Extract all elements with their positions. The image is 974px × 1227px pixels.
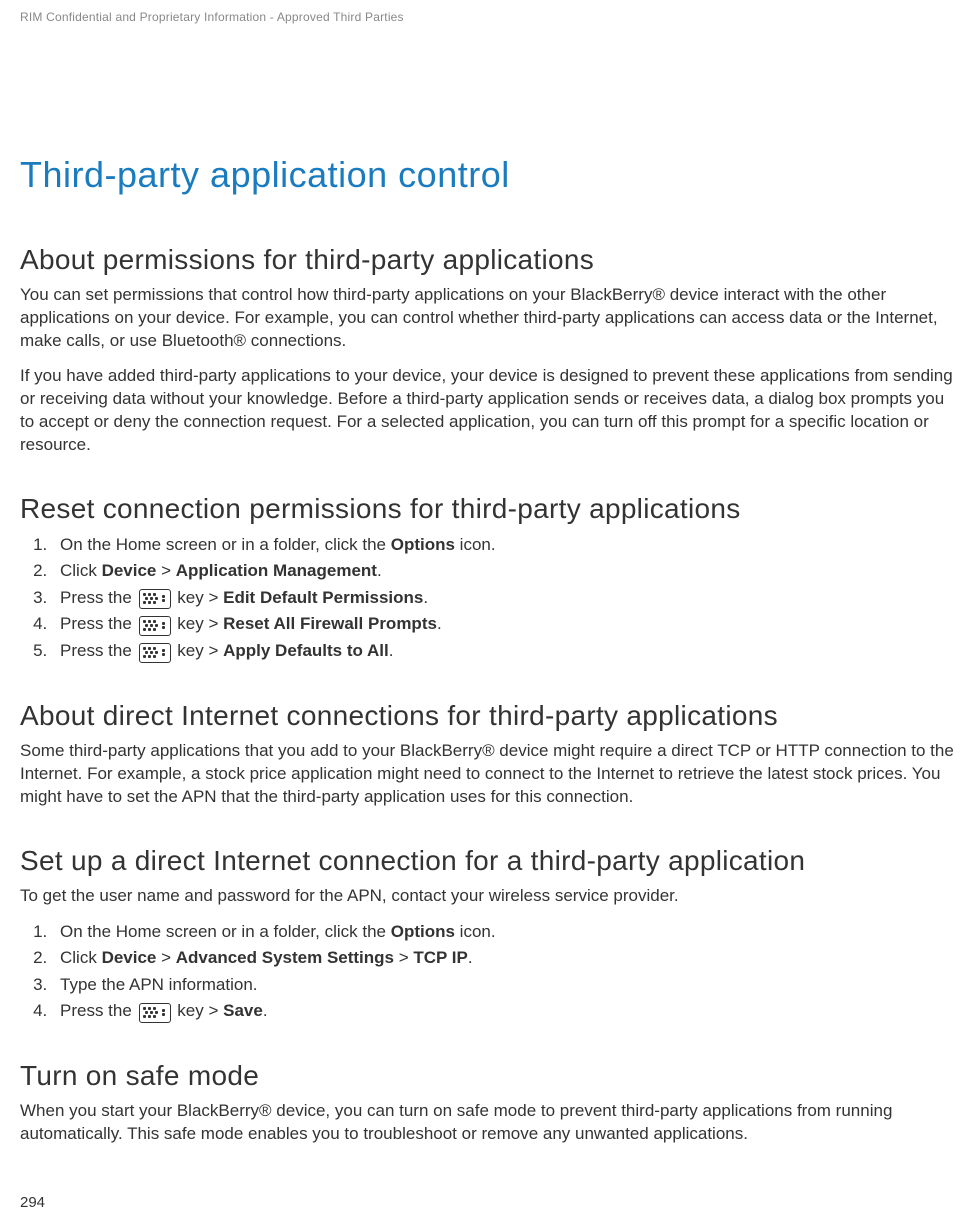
list-item: Click Device > Application Management. — [52, 559, 954, 584]
step-text: Press the — [60, 1001, 137, 1020]
ui-label: Application Management — [176, 561, 377, 580]
ui-label: Reset All Firewall Prompts — [223, 614, 437, 633]
list-item: Press the key > Edit Default Permissions… — [52, 586, 954, 611]
section-heading-reset-permissions: Reset connection permissions for third-p… — [20, 493, 954, 525]
step-text: . — [468, 948, 473, 967]
step-text: key > — [173, 588, 224, 607]
confidential-header: RIM Confidential and Proprietary Informa… — [20, 10, 954, 24]
list-item: On the Home screen or in a folder, click… — [52, 533, 954, 558]
section-heading-about-direct: About direct Internet connections for th… — [20, 700, 954, 732]
paragraph: If you have added third-party applicatio… — [20, 365, 954, 457]
step-text: key > — [173, 641, 224, 660]
ui-label: Device — [102, 948, 157, 967]
list-item: Click Device > Advanced System Settings … — [52, 946, 954, 971]
step-text: Press the — [60, 614, 137, 633]
list-item: Press the key > Apply Defaults to All. — [52, 639, 954, 664]
blackberry-menu-key-icon — [139, 589, 171, 609]
step-text: Type the APN information. — [60, 975, 258, 994]
steps-list: On the Home screen or in a folder, click… — [20, 920, 954, 1025]
document-page: RIM Confidential and Proprietary Informa… — [0, 0, 974, 1178]
paragraph: When you start your BlackBerry® device, … — [20, 1100, 954, 1146]
steps-list: On the Home screen or in a folder, click… — [20, 533, 954, 664]
step-text: > — [394, 948, 413, 967]
blackberry-menu-key-icon — [139, 616, 171, 636]
section-heading-about-permissions: About permissions for third-party applic… — [20, 244, 954, 276]
list-item: Press the key > Save. — [52, 999, 954, 1024]
step-text: . — [437, 614, 442, 633]
step-text: . — [377, 561, 382, 580]
step-text: > — [156, 948, 175, 967]
step-text: icon. — [455, 922, 496, 941]
step-text: Press the — [60, 641, 137, 660]
ui-label: Options — [391, 922, 455, 941]
ui-label: Options — [391, 535, 455, 554]
step-text: On the Home screen or in a folder, click… — [60, 922, 391, 941]
list-item: Type the APN information. — [52, 973, 954, 998]
ui-label: TCP IP — [413, 948, 467, 967]
paragraph: Some third-party applications that you a… — [20, 740, 954, 809]
step-text: On the Home screen or in a folder, click… — [60, 535, 391, 554]
ui-label: Device — [102, 561, 157, 580]
page-number: 294 — [20, 1194, 45, 1211]
list-item: On the Home screen or in a folder, click… — [52, 920, 954, 945]
blackberry-menu-key-icon — [139, 1003, 171, 1023]
step-text: key > — [173, 1001, 224, 1020]
step-text: . — [389, 641, 394, 660]
step-text: . — [423, 588, 428, 607]
step-text: > — [156, 561, 175, 580]
ui-label: Save — [223, 1001, 263, 1020]
section-heading-setup-direct: Set up a direct Internet connection for … — [20, 845, 954, 877]
step-text: icon. — [455, 535, 496, 554]
paragraph: You can set permissions that control how… — [20, 284, 954, 353]
list-item: Press the key > Reset All Firewall Promp… — [52, 612, 954, 637]
step-text: Press the — [60, 588, 137, 607]
step-text: Click — [60, 561, 102, 580]
page-title: Third-party application control — [20, 154, 954, 196]
blackberry-menu-key-icon — [139, 643, 171, 663]
ui-label: Edit Default Permissions — [223, 588, 423, 607]
step-text: . — [263, 1001, 268, 1020]
paragraph: To get the user name and password for th… — [20, 885, 954, 908]
ui-label: Apply Defaults to All — [223, 641, 389, 660]
step-text: key > — [173, 614, 224, 633]
ui-label: Advanced System Settings — [176, 948, 394, 967]
step-text: Click — [60, 948, 102, 967]
section-heading-safe-mode: Turn on safe mode — [20, 1060, 954, 1092]
